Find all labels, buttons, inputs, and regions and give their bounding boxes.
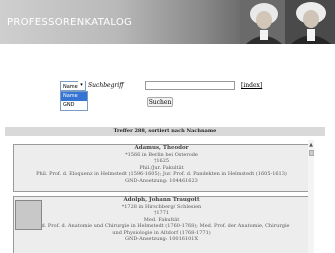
results-list: Adamus, Theodor *1566 in Berlin bei Oste… <box>5 140 325 253</box>
entry-gnd: GND-Ansetzung: 104461623 <box>125 177 198 184</box>
dropdown-option-name[interactable]: Name <box>61 92 87 101</box>
chevron-down-icon[interactable]: ▾ <box>78 81 85 89</box>
index-link[interactable]: [index] <box>241 81 262 91</box>
search-field-selected: Name <box>63 84 78 90</box>
list-item[interactable]: Adamus, Theodor *1566 in Berlin bei Oste… <box>13 144 310 192</box>
entry-positions: Med. Prof. d. Anatomie und Chirurgie in … <box>33 223 290 229</box>
search-button[interactable]: Suchen <box>147 97 173 107</box>
header-banner: PROFESSORENKATALOG <box>0 0 335 44</box>
scroll-thumb[interactable] <box>308 150 314 156</box>
entry-positions: Phil. Prof. d. Eloquenz in Helmstedt (15… <box>36 171 287 177</box>
professor-thumbnail[interactable] <box>15 200 42 230</box>
portrait-image <box>240 0 288 44</box>
entry-gnd: GND-Ansetzung: 10016101X <box>124 236 199 242</box>
dropdown-option-gnd[interactable]: GND <box>61 101 87 110</box>
search-input[interactable] <box>145 81 235 90</box>
list-item[interactable]: Adolph, Johann Traugott *1728 in Hirschb… <box>13 196 310 253</box>
search-label: Suchbegriff <box>88 82 124 89</box>
results-summary: Treffer 288, sortiert nach Nachname <box>5 127 325 136</box>
search-field-dropdown: Name GND <box>60 91 88 111</box>
page-title: PROFESSORENKATALOG <box>7 17 133 28</box>
scrollbar[interactable]: ▲ <box>308 140 314 253</box>
scroll-up-icon[interactable]: ▲ <box>308 142 314 148</box>
portrait-image <box>285 0 335 44</box>
